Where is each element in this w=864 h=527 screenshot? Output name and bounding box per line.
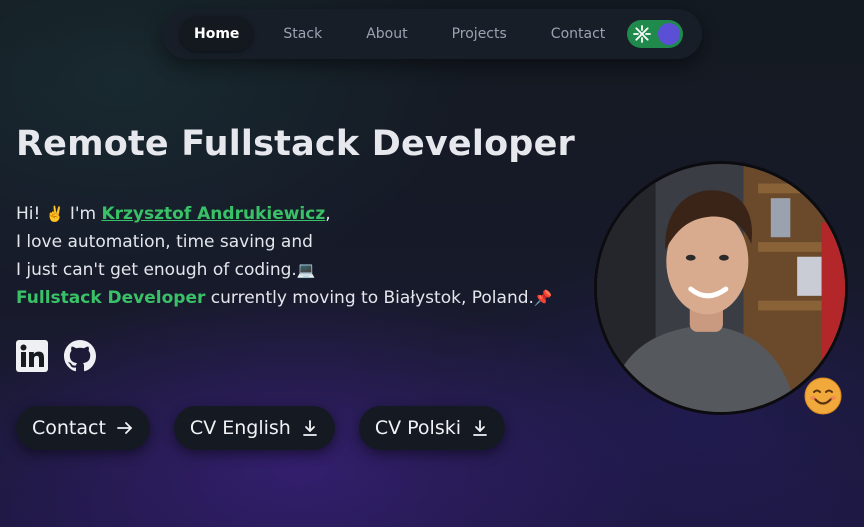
profile-photo-illustration [597, 164, 845, 412]
author-name-link[interactable]: Krzysztof Andrukiewicz [101, 204, 325, 224]
arrow-right-icon [117, 422, 132, 434]
github-icon[interactable] [64, 340, 96, 372]
nav-contact[interactable]: Contact [537, 17, 619, 51]
laptop-emoji: 💻 [296, 261, 316, 279]
contact-button[interactable]: Contact [16, 406, 150, 450]
victory-hand-emoji: ✌️ [45, 205, 65, 223]
social-links [16, 340, 96, 372]
cv-english-button[interactable]: CV English [173, 406, 335, 450]
download-icon [302, 420, 317, 436]
sun-icon [633, 25, 651, 43]
location-text: currently moving to Białystok, Poland. [205, 288, 534, 308]
role-text: Fullstack Developer [16, 288, 206, 308]
intro-line-2: I love automation, time saving and [16, 232, 313, 252]
smiling-face-emoji [804, 377, 842, 415]
top-nav: Home Stack About Projects Contact [162, 9, 702, 59]
intro-line-4: Fullstack Developer currently moving to … [16, 284, 576, 312]
toggle-knob [658, 23, 680, 45]
intro-comma: , [325, 204, 331, 224]
page-title: Remote Fullstack Developer [16, 124, 575, 164]
intro-text: Hi! ✌️ I'm Krzysztof Andrukiewicz, I lov… [16, 200, 576, 312]
nav-stack[interactable]: Stack [269, 17, 336, 51]
theme-toggle[interactable] [627, 20, 683, 48]
intro-line-3: I just can't get enough of coding.💻 [16, 256, 576, 284]
cv-polski-label: CV Polski [374, 417, 462, 439]
nav-projects[interactable]: Projects [438, 17, 521, 51]
download-icon [473, 420, 487, 436]
cv-polski-button[interactable]: CV Polski [358, 406, 506, 450]
action-buttons: Contact CV English CV Polski [16, 406, 529, 450]
nav-about[interactable]: About [352, 17, 421, 51]
nav-home[interactable]: Home [180, 17, 254, 51]
intro-im: I'm [64, 204, 102, 224]
cv-english-label: CV English [189, 417, 291, 439]
pushpin-emoji: 📌 [533, 289, 553, 307]
intro-greeting: Hi! [16, 204, 46, 224]
contact-button-label: Contact [32, 417, 106, 439]
linkedin-icon[interactable] [16, 340, 48, 372]
intro-coding-text: I just can't get enough of coding. [16, 260, 297, 280]
intro-line-1: Hi! ✌️ I'm Krzysztof Andrukiewicz, [16, 200, 576, 228]
